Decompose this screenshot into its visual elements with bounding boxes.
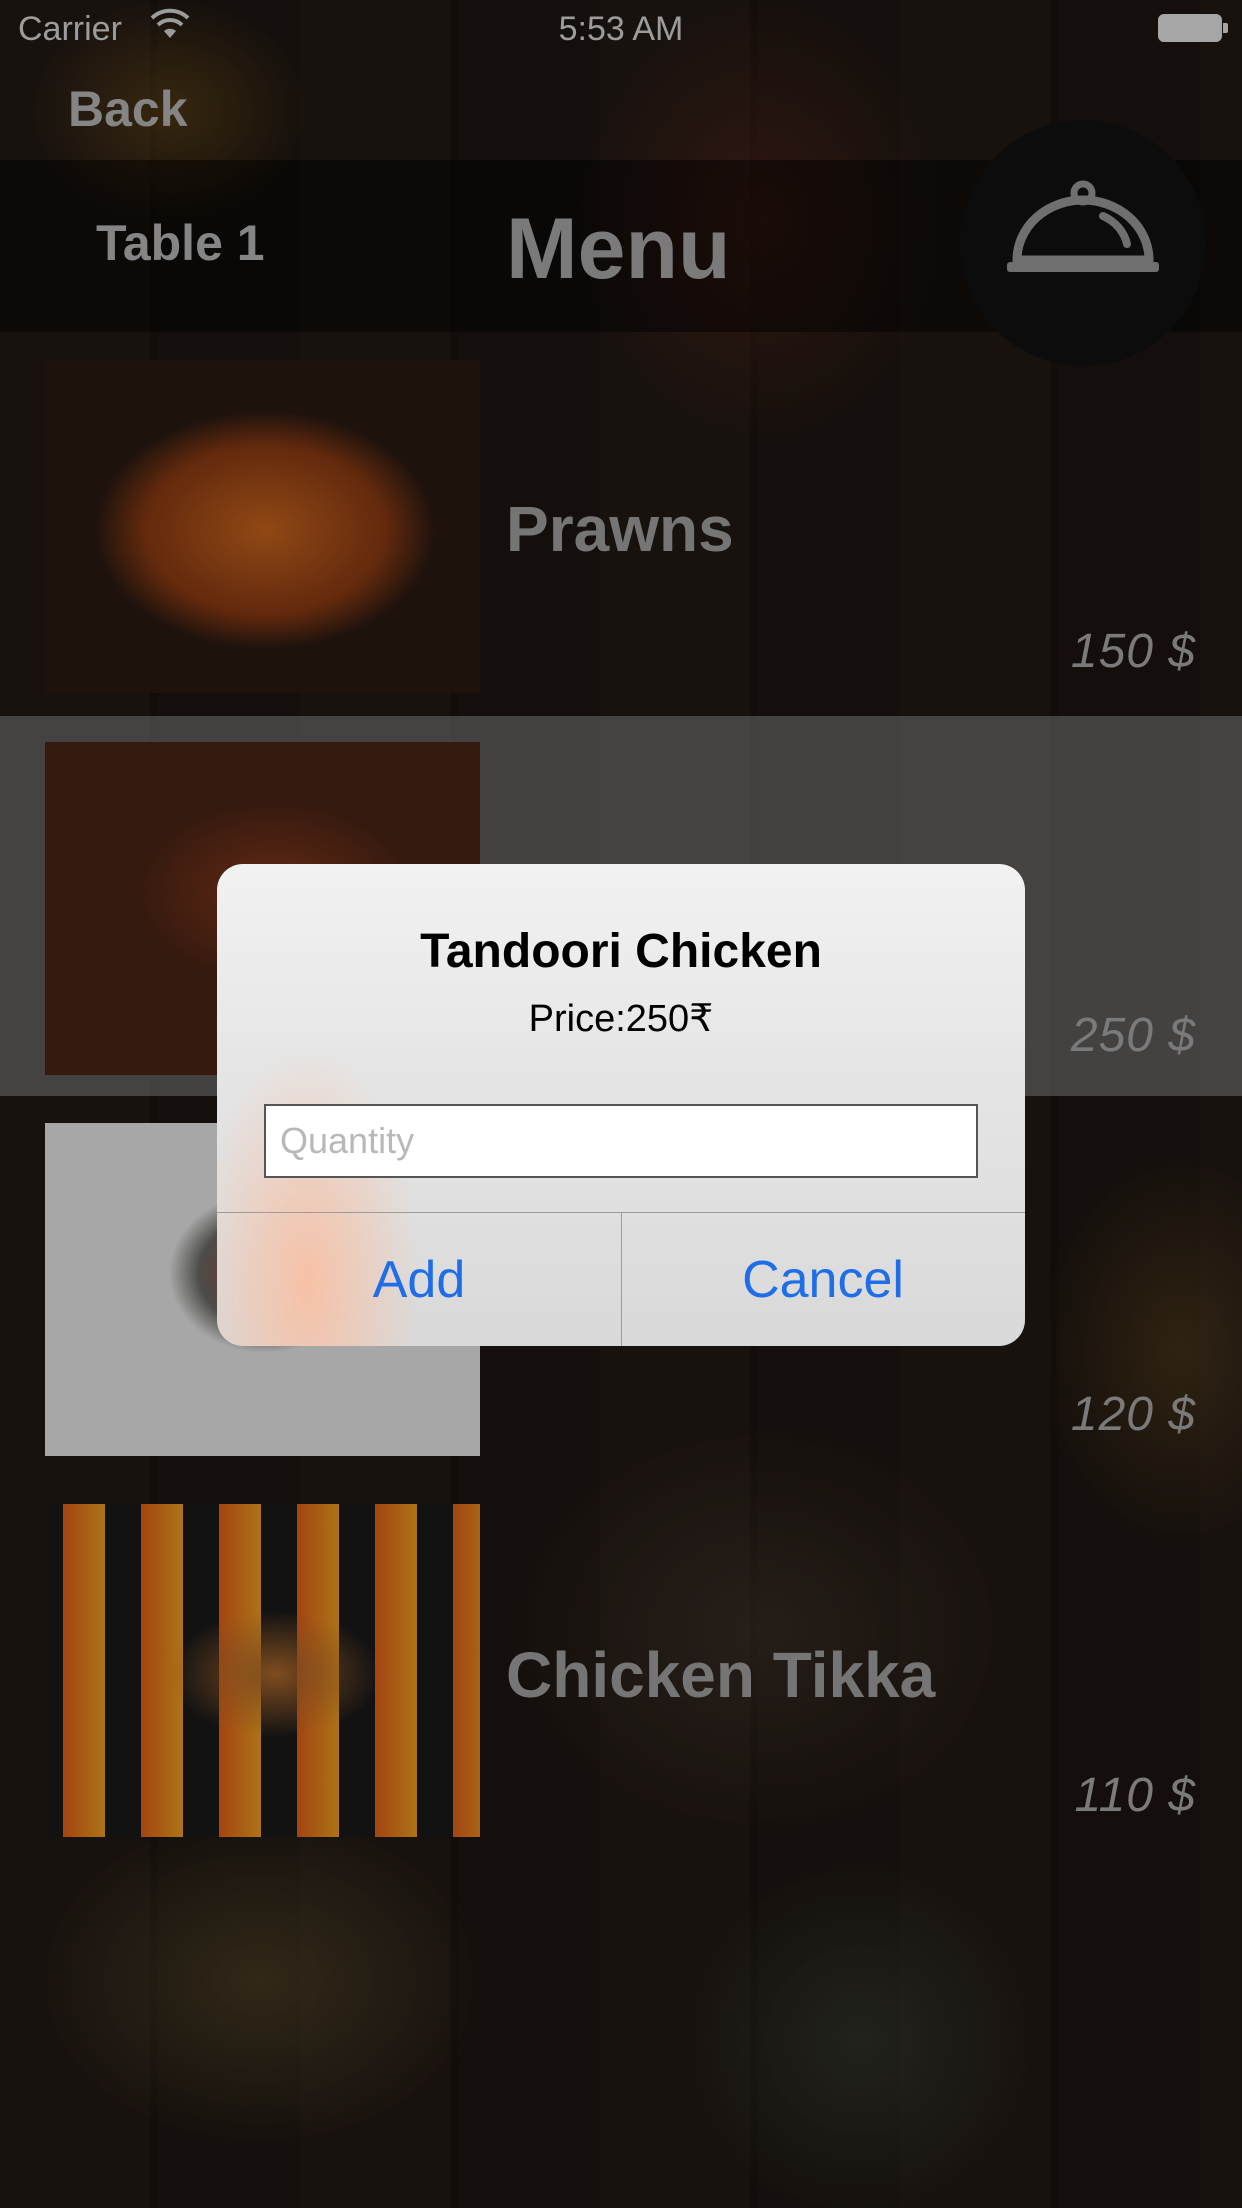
cancel-button[interactable]: Cancel — [621, 1213, 1025, 1346]
quantity-input[interactable] — [264, 1104, 978, 1178]
add-item-dialog: Tandoori Chicken Price:250₹ Add Cancel — [217, 864, 1025, 1346]
dialog-title: Tandoori Chicken — [420, 925, 822, 978]
dialog-price: Price:250₹ — [528, 998, 714, 1040]
add-button[interactable]: Add — [217, 1213, 621, 1346]
